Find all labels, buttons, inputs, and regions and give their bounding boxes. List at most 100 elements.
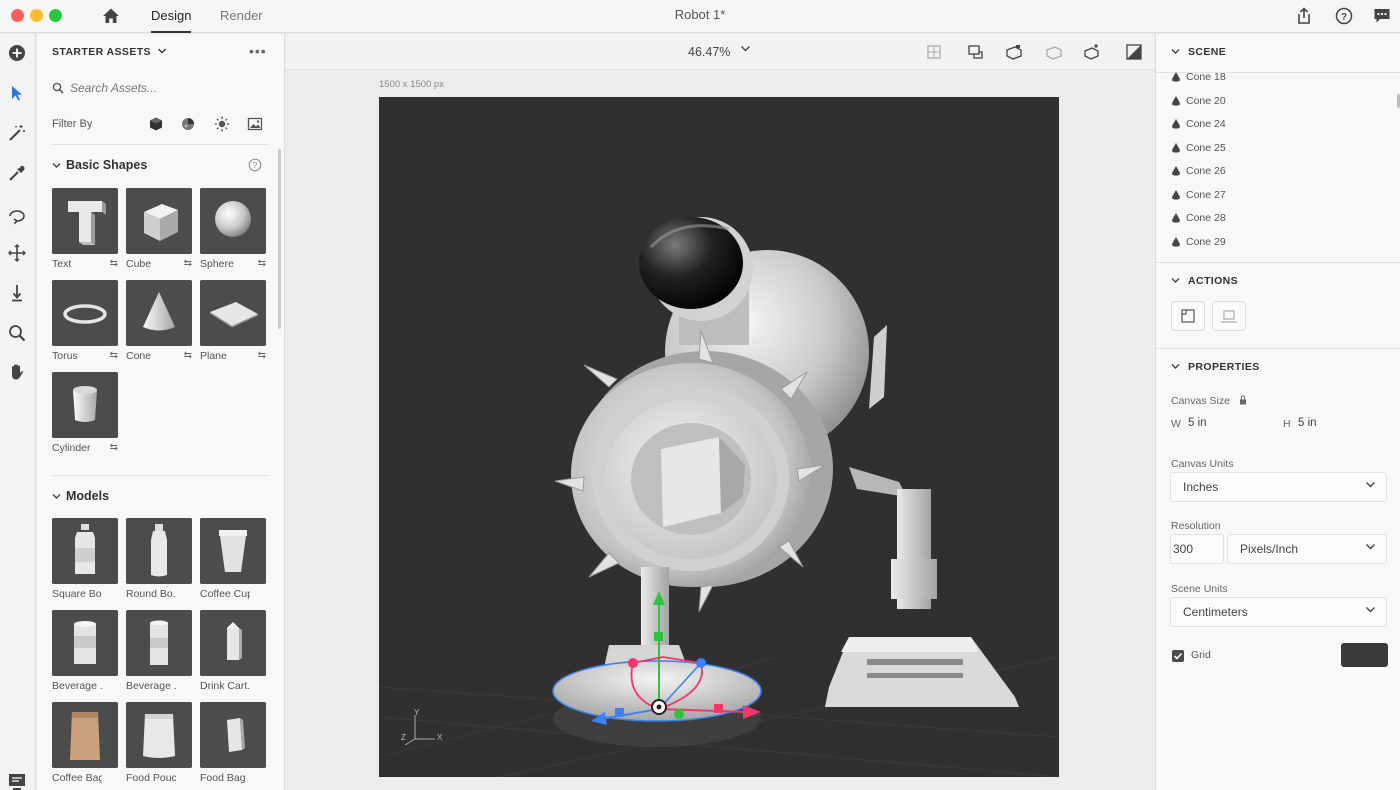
cone-object-icon — [1172, 143, 1180, 153]
pan-move-icon[interactable] — [6, 242, 28, 264]
canvas-toolbar: 46.47% — [286, 34, 1154, 70]
filter-images-icon[interactable] — [246, 115, 264, 133]
window-maximize-button[interactable] — [49, 9, 62, 22]
asset-tile-beverage-can-2[interactable]: Beverage ... — [126, 610, 194, 692]
asset-tile-cube[interactable]: Cube ⇆ — [126, 188, 194, 270]
more-options-button[interactable]: ••• — [249, 43, 267, 59]
scene-item[interactable]: Cone 28 — [1170, 212, 1226, 230]
scene-item[interactable]: Cone 26 — [1170, 165, 1226, 183]
tab-render[interactable]: Render — [220, 0, 263, 33]
asset-tile-square-bottle[interactable]: Square Bo... — [52, 518, 120, 600]
tab-design[interactable]: Design — [151, 0, 192, 33]
fit-canvas-button[interactable] — [1171, 301, 1205, 331]
select-tool-icon[interactable] — [6, 82, 28, 104]
filter-models-icon[interactable] — [147, 115, 165, 133]
camera-frame-icon[interactable] — [966, 42, 986, 62]
asset-settings-icon[interactable]: ⇆ — [184, 350, 192, 361]
properties-section-header[interactable]: PROPERTIES — [1171, 361, 1260, 373]
add-icon[interactable] — [6, 42, 28, 64]
section-basic-shapes[interactable]: Basic Shapes — [52, 158, 147, 172]
actions-section-header[interactable]: ACTIONS — [1171, 275, 1238, 287]
asset-tile-food-pouch[interactable]: Food Pouch — [126, 702, 194, 784]
camera-icon[interactable] — [1004, 42, 1024, 62]
asset-tile-sphere[interactable]: Sphere ⇆ — [200, 188, 268, 270]
asset-tile-cylinder[interactable]: Cylinder ⇆ — [52, 372, 120, 454]
asset-settings-icon[interactable]: ⇆ — [110, 350, 118, 361]
cube-thumbnail — [126, 188, 192, 254]
height-field[interactable]: 5 in — [1298, 417, 1317, 429]
asset-settings-icon[interactable]: ⇆ — [110, 258, 118, 269]
3d-viewport[interactable]: Y X Z — [379, 97, 1059, 777]
share-icon[interactable] — [1294, 6, 1314, 26]
food-pouch-thumbnail — [126, 702, 192, 768]
asset-tile-drink-carton[interactable]: Drink Cart... — [200, 610, 268, 692]
scene-item[interactable]: Cone 24 — [1170, 118, 1226, 136]
drop-to-ground-button[interactable] — [1212, 301, 1246, 331]
assets-scrollbar[interactable] — [278, 149, 281, 329]
robot-scene-render — [379, 97, 1059, 777]
assets-panel-header[interactable]: STARTER ASSETS — [52, 46, 167, 58]
home-icon[interactable] — [100, 5, 122, 27]
divider — [52, 144, 269, 145]
asset-settings-icon[interactable]: ⇆ — [258, 258, 266, 269]
eyedropper-icon[interactable] — [6, 162, 28, 184]
asset-tile-round-bottle[interactable]: Round Bo... — [126, 518, 194, 600]
filter-lights-icon[interactable] — [213, 115, 231, 133]
resolution-unit-dropdown[interactable]: Pixels/Inch — [1227, 534, 1387, 564]
asset-tile-coffee-bag[interactable]: Coffee Bag — [52, 702, 120, 784]
cone-object-icon — [1172, 213, 1180, 223]
axis-label-z: Z — [401, 733, 406, 742]
asset-tile-cone[interactable]: Cone ⇆ — [126, 280, 194, 362]
help-icon[interactable]: ? — [1334, 6, 1354, 26]
magic-wand-icon[interactable] — [6, 122, 28, 144]
resolution-field[interactable]: 300 — [1170, 534, 1224, 564]
orbit-icon[interactable] — [6, 204, 28, 226]
hand-icon[interactable] — [6, 361, 28, 383]
search-input[interactable] — [70, 79, 265, 97]
help-icon[interactable]: ? — [248, 158, 262, 175]
tool-rail — [0, 34, 36, 790]
frame-icon[interactable] — [924, 42, 944, 62]
asset-tile-plane[interactable]: Plane ⇆ — [200, 280, 268, 362]
asset-tile-food-bag[interactable]: Food Bag — [200, 702, 268, 784]
asset-tile-beverage-can-1[interactable]: Beverage ... — [52, 610, 120, 692]
scene-item[interactable]: Cone 18 — [1170, 71, 1226, 89]
filter-materials-icon[interactable] — [179, 115, 197, 133]
canvas-units-dropdown[interactable]: Inches — [1170, 472, 1387, 502]
asset-settings-icon[interactable]: ⇆ — [110, 442, 118, 453]
grid-checkbox[interactable] — [1172, 650, 1184, 662]
zoom-icon[interactable] — [6, 322, 28, 344]
asset-tile-torus[interactable]: Torus ⇆ — [52, 280, 120, 362]
window-close-button[interactable] — [11, 9, 24, 22]
asset-label: Cylinder — [52, 442, 91, 454]
asset-settings-icon[interactable]: ⇆ — [258, 350, 266, 361]
plane-thumbnail — [200, 280, 266, 346]
filter-by-label: Filter By — [52, 118, 93, 130]
asset-settings-icon[interactable]: ⇆ — [184, 258, 192, 269]
cone-object-icon — [1172, 119, 1180, 129]
scene-item[interactable]: Cone 29 — [1170, 236, 1226, 254]
scene-item[interactable]: Cone 20 — [1170, 95, 1226, 113]
scene-item[interactable]: Cone 25 — [1170, 142, 1226, 160]
tutorial-icon[interactable] — [6, 770, 28, 790]
lock-icon[interactable] — [1239, 395, 1247, 408]
camera-disabled-icon[interactable] — [1044, 42, 1064, 62]
scene-units-dropdown[interactable]: Centimeters — [1170, 597, 1387, 627]
zoom-level[interactable]: 46.47% — [688, 45, 730, 59]
asset-tile-text[interactable]: Text ⇆ — [52, 188, 120, 270]
asset-label: Food Pouch — [126, 772, 176, 784]
camera-add-icon[interactable] — [1082, 42, 1102, 62]
scene-item[interactable]: Cone 27 — [1170, 189, 1226, 207]
render-preview-icon[interactable] — [1124, 42, 1144, 62]
feedback-icon[interactable] — [1372, 6, 1392, 26]
dolly-icon[interactable] — [6, 282, 28, 304]
canvas-units-value: Inches — [1183, 480, 1219, 494]
section-models[interactable]: Models — [52, 489, 109, 503]
chevron-down-icon[interactable] — [740, 44, 751, 56]
window-minimize-button[interactable] — [30, 9, 43, 22]
grid-color-swatch[interactable] — [1341, 643, 1388, 667]
width-field[interactable]: 5 in — [1188, 417, 1207, 429]
drop-to-ground-icon — [1221, 310, 1237, 323]
asset-tile-coffee-cup[interactable]: Coffee Cup — [200, 518, 268, 600]
scene-section-header[interactable]: SCENE — [1171, 46, 1226, 58]
